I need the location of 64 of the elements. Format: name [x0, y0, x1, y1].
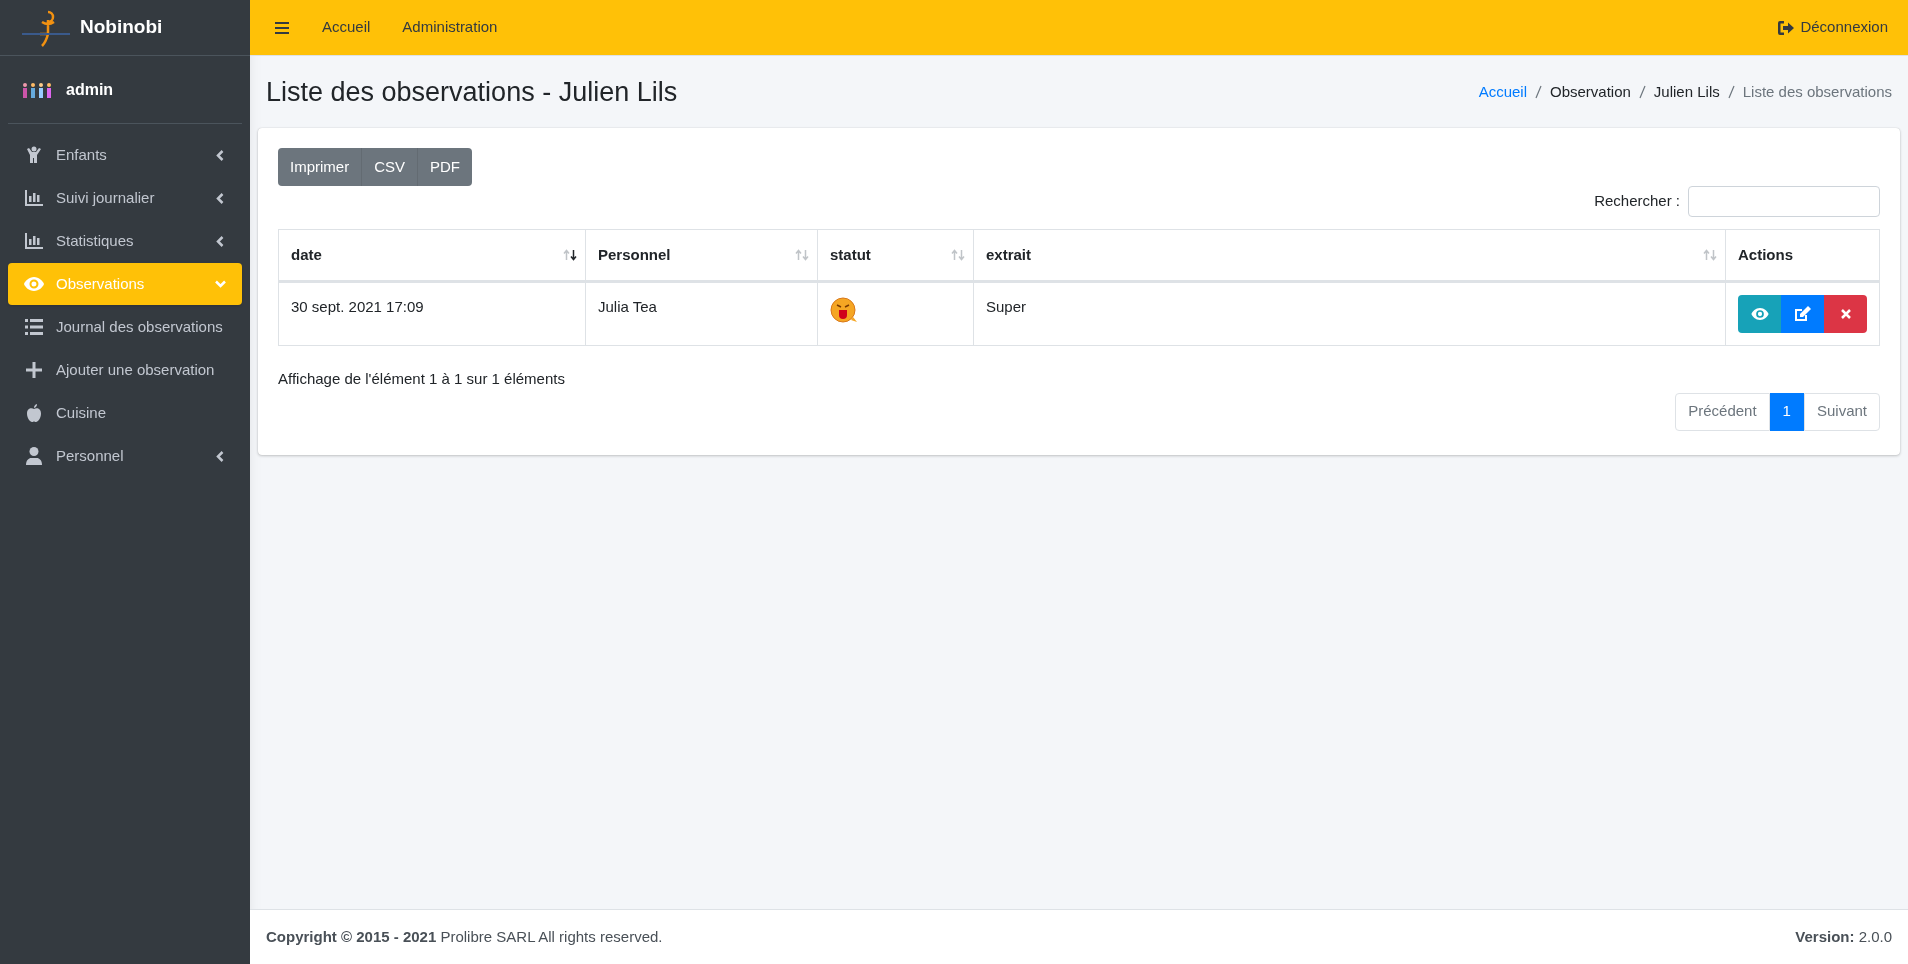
edit-icon [1794, 306, 1811, 322]
chevron-left-icon [214, 450, 226, 462]
breadcrumb-item[interactable]: Accueil [1478, 80, 1527, 104]
edit-button[interactable] [1781, 295, 1824, 333]
pagination-button[interactable]: Précédent [1675, 392, 1770, 431]
breadcrumb-separator-icon [1727, 85, 1735, 99]
export-button[interactable]: Imprimer [278, 148, 362, 186]
sort-icon [1703, 249, 1717, 261]
delete-button[interactable] [1824, 295, 1867, 333]
breadcrumb-item: Observation [1550, 81, 1631, 102]
bar-chart-icon [24, 190, 44, 206]
copyright-text: Copyright © 2015 - 2021 Prolibre SARL All rights reserved. [266, 926, 663, 947]
child-icon [24, 146, 44, 164]
eye-icon [24, 277, 44, 291]
table-cell: Super [973, 281, 1726, 346]
column-header[interactable]: extrait [973, 229, 1726, 282]
list-icon [24, 319, 44, 335]
sidebar-item[interactable]: Ajouter une observation [8, 349, 242, 391]
column-header[interactable]: statut [817, 229, 974, 282]
pagination-button[interactable]: Suivant [1803, 392, 1880, 431]
sidebar-item[interactable]: Personnel [8, 435, 242, 477]
breadcrumb-separator-icon [1638, 85, 1646, 99]
nav-link[interactable]: Administration [402, 16, 498, 39]
column-header: Actions [1725, 229, 1880, 282]
page-title: Liste des observations - Julien Lils [266, 75, 678, 109]
sort-icon [795, 249, 809, 261]
table-cell: Julia Tea [585, 281, 818, 346]
sort-icon [951, 249, 965, 261]
column-header[interactable]: date [278, 229, 586, 282]
sidebar-item[interactable]: Enfants [8, 134, 242, 176]
table-cell: 30 sept. 2021 17:09 [278, 281, 586, 346]
table-info: Affichage de l'élément 1 à 1 sur 1 éléments [278, 369, 566, 389]
search-field[interactable] [1688, 186, 1880, 217]
bar-chart-icon [24, 233, 44, 249]
sidebar-item[interactable]: Suivi journalier [8, 177, 242, 219]
sidebar-item[interactable]: Journal des observations [8, 306, 242, 348]
logout-icon [1778, 20, 1795, 35]
user-name[interactable]: admin [66, 77, 114, 102]
brand-name[interactable]: Nobinobi [80, 13, 163, 42]
logout-link[interactable]: Déconnexion [1778, 16, 1892, 39]
sidebar-item[interactable]: Statistiques [8, 220, 242, 262]
chevron-left-icon [214, 235, 226, 247]
plus-icon [24, 362, 44, 378]
pagination-button[interactable]: 1 [1769, 392, 1804, 431]
apple-icon [24, 404, 44, 422]
nav-link[interactable]: Accueil [322, 16, 371, 39]
version-text: Version: 2.0.0 [1795, 926, 1892, 947]
breadcrumb-item: Julien Lils [1653, 81, 1720, 102]
export-button[interactable]: PDF [417, 148, 472, 186]
breadcrumb-separator-icon [1535, 85, 1542, 99]
close-icon [1839, 308, 1852, 320]
user-icon [24, 447, 44, 465]
export-button[interactable]: CSV [361, 148, 417, 186]
sidebar-item[interactable]: Cuisine [8, 392, 242, 434]
smiley-icon [830, 297, 858, 325]
search-label: Rechercher : [1594, 191, 1680, 212]
eye-icon [1750, 308, 1769, 320]
view-button[interactable] [1738, 295, 1781, 333]
chevron-left-icon [214, 192, 226, 204]
chevron-left-icon [214, 149, 226, 161]
chevron-down-icon [214, 280, 226, 288]
breadcrumb-item: Liste des observations [1742, 81, 1892, 102]
sort-descending-icon [563, 249, 577, 261]
column-header[interactable]: Personnel [585, 229, 818, 282]
